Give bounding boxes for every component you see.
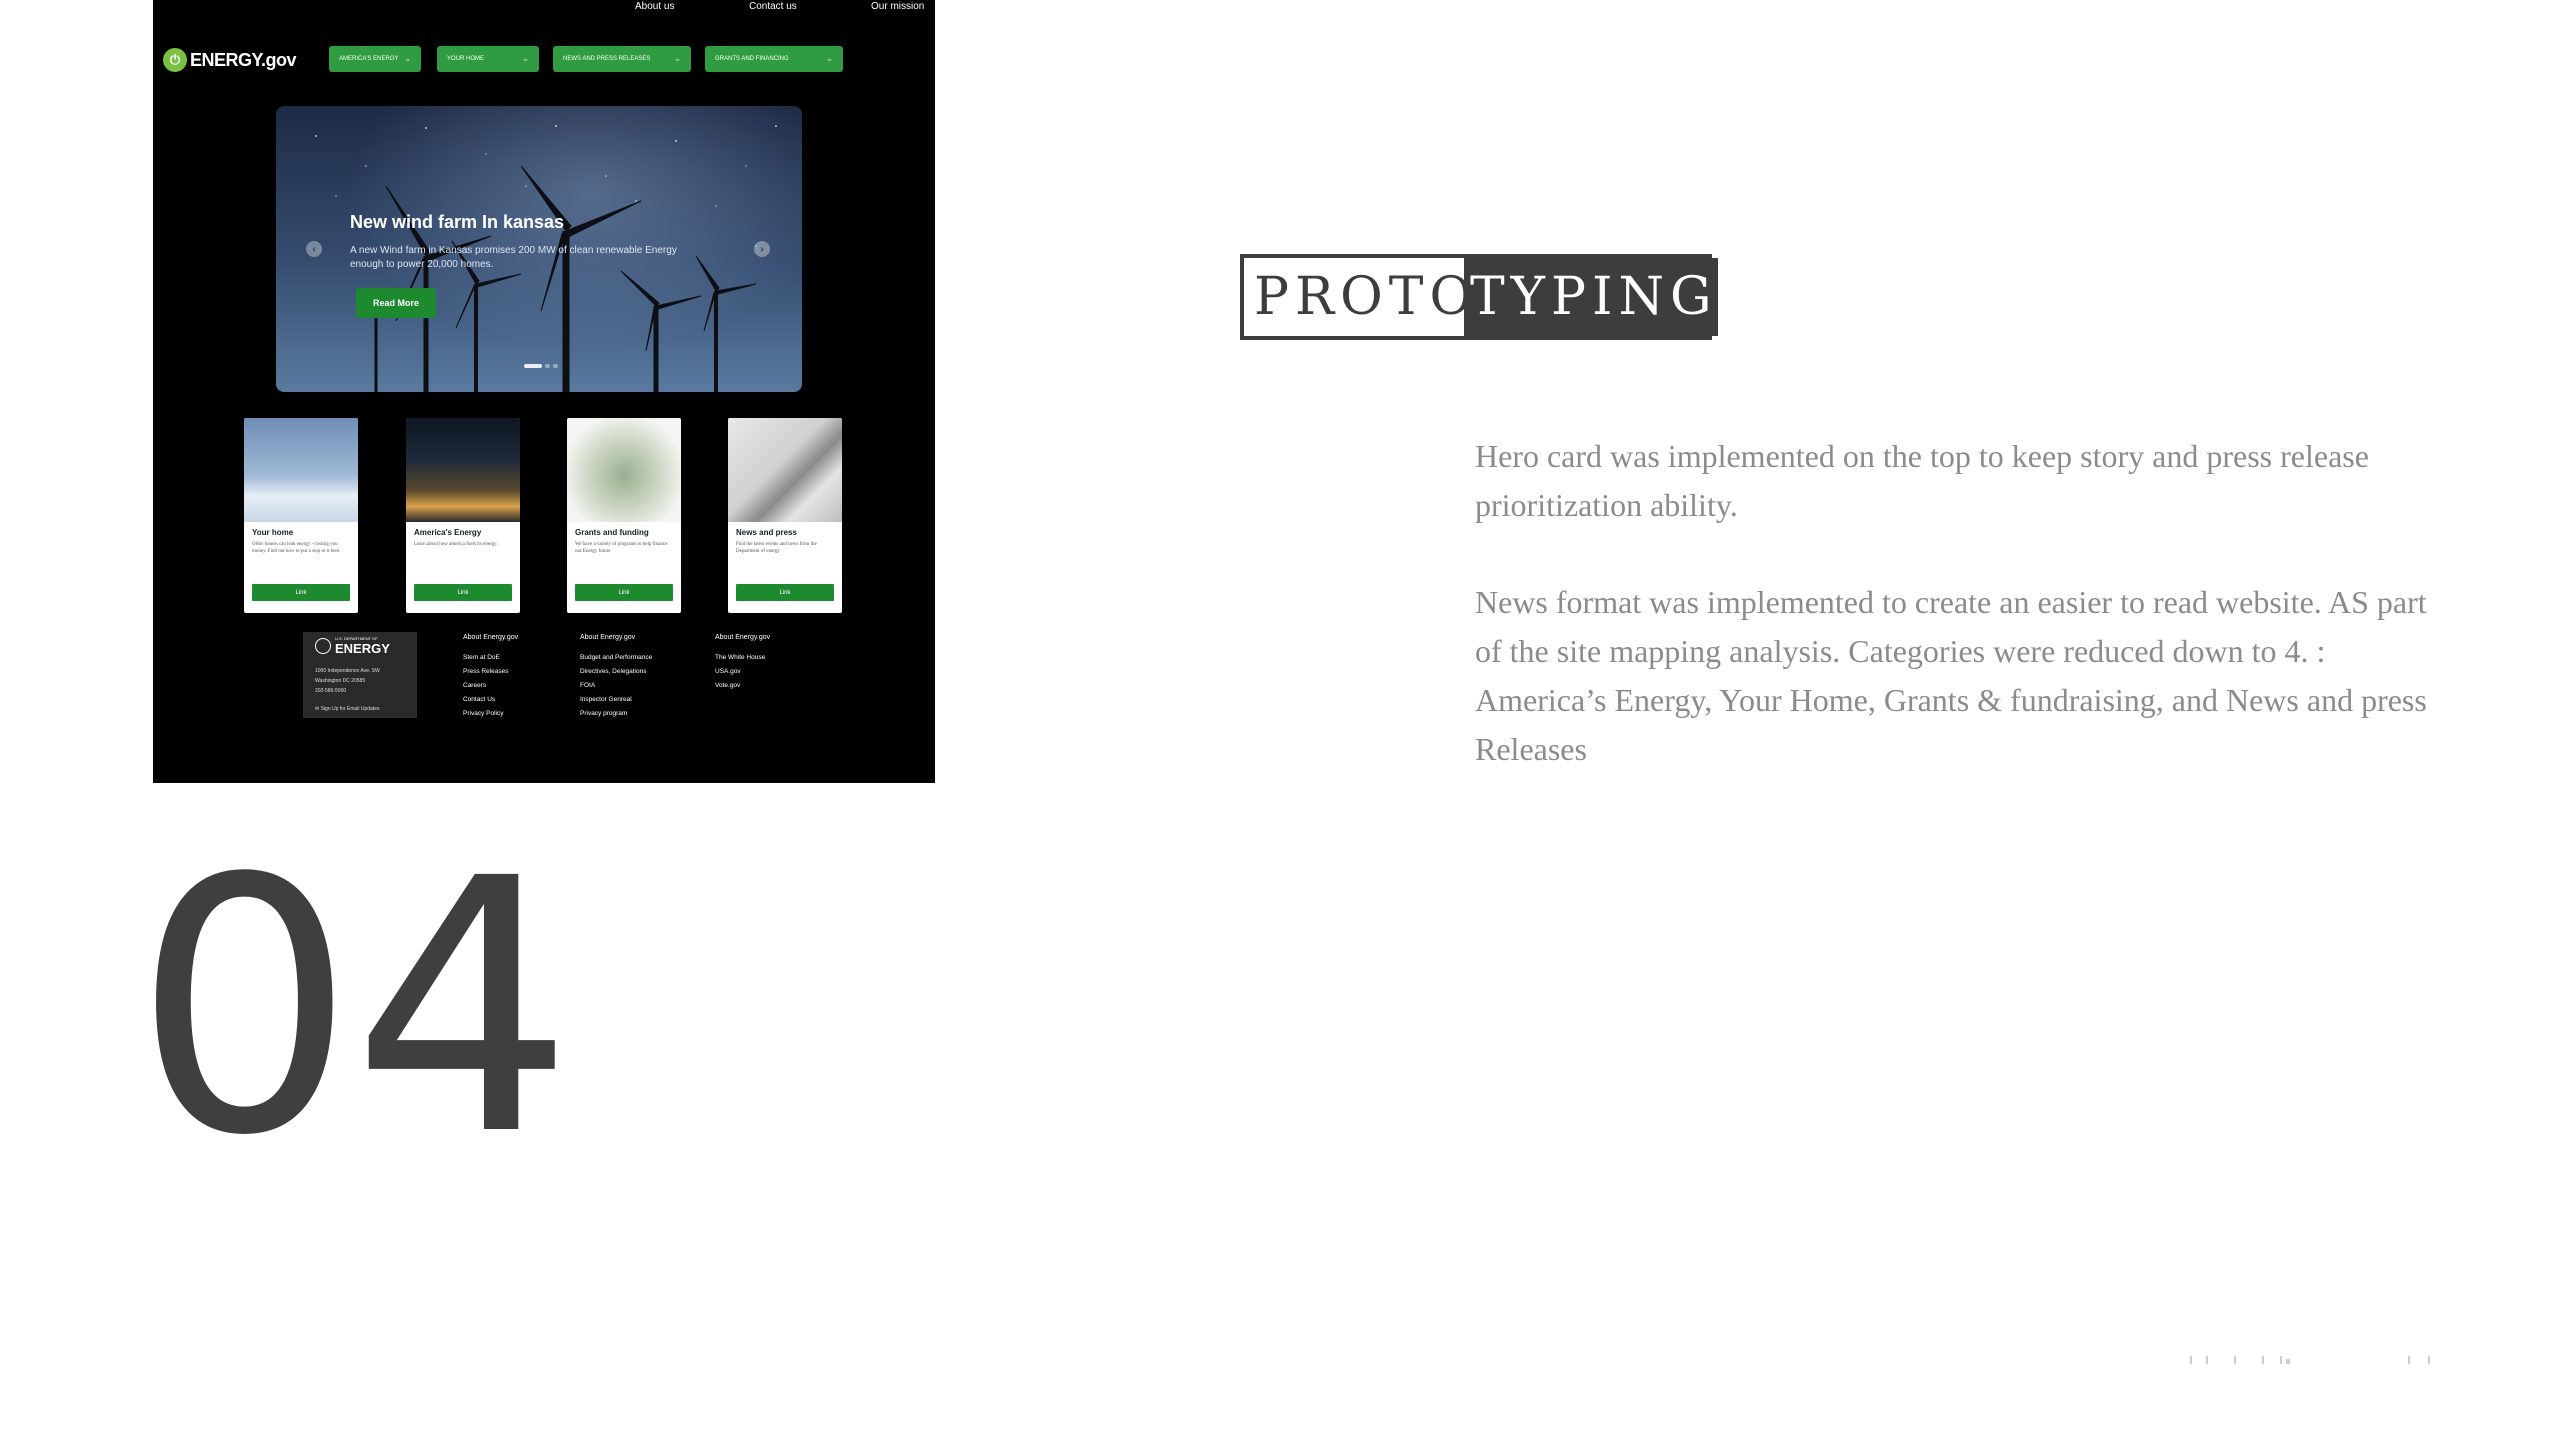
nav-about-us[interactable]: About us bbox=[635, 1, 674, 12]
chevron-right-icon[interactable]: › bbox=[754, 241, 770, 257]
heading-part-1: PROTO bbox=[1254, 267, 1479, 327]
nav-grants-button[interactable]: GRANTS AND FINANCING ⌄ bbox=[705, 46, 843, 72]
faint-text-marks bbox=[2190, 1356, 2430, 1364]
carousel-dots[interactable] bbox=[524, 364, 558, 368]
footer-link[interactable]: Inspector Genreal bbox=[580, 693, 652, 707]
card-link-button[interactable]: Link bbox=[575, 584, 673, 601]
address-line: 202-586-5000 bbox=[315, 688, 347, 694]
nav-contact-us[interactable]: Contact us bbox=[749, 1, 797, 12]
footer-heading: About Energy.gov bbox=[463, 634, 519, 641]
footer-link[interactable]: Privacy Policy bbox=[463, 707, 518, 721]
footer-brand: ENERGY bbox=[335, 641, 390, 656]
hero-card[interactable]: ‹ › New wind farm In kansas A new Wind f… bbox=[276, 106, 802, 392]
footer-link[interactable]: Privacy program bbox=[580, 707, 652, 721]
footer-link[interactable]: FOIA bbox=[580, 679, 652, 693]
plug-icon: ⏻ bbox=[163, 48, 187, 72]
card-title: Grants and funding bbox=[575, 528, 649, 537]
signup-label: Sign Up for Email Updates bbox=[320, 706, 380, 712]
section-heading: PROTO TYPING bbox=[1240, 254, 1718, 340]
card-description: Older homes can leak energy - costing yo… bbox=[252, 542, 341, 554]
footer-link[interactable]: Stem at DoE bbox=[463, 651, 518, 665]
card-link-button[interactable]: Link bbox=[252, 584, 350, 601]
paragraph-hero-card: Hero card was implemented on the top to … bbox=[1475, 438, 2369, 523]
chevron-down-icon: ⌄ bbox=[826, 54, 833, 63]
energy-logo[interactable]: ⏻ ENERGY.gov bbox=[163, 47, 297, 73]
card-description: We have a variety of programs to help fi… bbox=[575, 542, 668, 554]
footer-column-2: About Energy.gov Budget and Performance … bbox=[580, 634, 652, 721]
footer-column-3: About Energy.gov The White House USA.gov… bbox=[715, 634, 770, 693]
nav-news-button[interactable]: NEWS AND PRESS RELEASES ⌄ bbox=[553, 46, 691, 72]
prototype-screenshot: About us Contact us Our mission ⏻ ENERGY… bbox=[153, 0, 935, 783]
address-line: Washington DC 20585 bbox=[315, 678, 366, 684]
chevron-down-icon: ⌄ bbox=[522, 54, 529, 63]
footer-heading: About Energy.gov bbox=[580, 634, 636, 641]
hero-description: A new Wind farm in Kansas promises 200 M… bbox=[350, 245, 677, 270]
footer-link[interactable]: Vote.gov bbox=[715, 679, 770, 693]
logo-text: ENERGY.gov bbox=[190, 49, 297, 70]
read-more-button[interactable]: Read More bbox=[356, 288, 436, 318]
card-news-press[interactable]: News and press Find the latest events an… bbox=[728, 418, 842, 613]
city-night-image bbox=[406, 418, 520, 522]
heading-part-2: TYPING bbox=[1464, 258, 1718, 336]
card-title: News and press bbox=[736, 528, 797, 537]
card-link-button[interactable]: Link bbox=[736, 584, 834, 601]
card-grants-funding[interactable]: Grants and funding We have a variety of … bbox=[567, 418, 681, 613]
card-title: America's Energy bbox=[414, 528, 482, 537]
footer-doe-badge: U.S. DEPARTMENT OF ENERGY 1000 Independe… bbox=[303, 632, 417, 718]
money-house-image bbox=[567, 418, 681, 522]
card-link-button[interactable]: Link bbox=[414, 584, 512, 601]
chevron-down-icon: ⌄ bbox=[674, 54, 681, 63]
nav-americas-energy-button[interactable]: AMERICA'S ENERGY ⌄ bbox=[329, 46, 421, 72]
footer-link[interactable]: USA.gov bbox=[715, 665, 770, 679]
nav-your-home-button[interactable]: YOUR HOME ⌄ bbox=[437, 46, 539, 72]
footer-link[interactable]: Press Releases bbox=[463, 665, 518, 679]
footer-link[interactable]: The White House bbox=[715, 651, 770, 665]
paragraph-news-format: News format was implemented to create an… bbox=[1475, 584, 2427, 767]
card-your-home[interactable]: Your home Older homes can leak energy - … bbox=[244, 418, 358, 613]
footer-link[interactable]: Directives, Delegations bbox=[580, 665, 652, 679]
card-description: Find the latest events and news from the… bbox=[736, 542, 817, 554]
footer-column-1: About Energy.gov Stem at DoE Press Relea… bbox=[463, 634, 518, 721]
top-nav: About us Contact us Our mission bbox=[153, 0, 935, 14]
card-description: Learn about how america fuels its energy… bbox=[414, 542, 498, 547]
snowy-house-image bbox=[244, 418, 358, 522]
doe-seal-icon bbox=[315, 638, 331, 654]
footer-link[interactable]: Careers bbox=[463, 679, 518, 693]
nav-button-label: YOUR HOME bbox=[447, 56, 485, 62]
chevron-down-icon: ⌄ bbox=[404, 54, 411, 63]
footer-link[interactable]: Budget and Performance bbox=[580, 651, 652, 665]
nav-our-mission[interactable]: Our mission bbox=[871, 1, 924, 12]
hero-title: New wind farm In kansas bbox=[350, 212, 565, 232]
newspaper-image bbox=[728, 418, 842, 522]
chevron-left-icon[interactable]: ‹ bbox=[306, 241, 322, 257]
address-line: 1000 Independence Ave. SW bbox=[315, 668, 380, 674]
nav-button-label: GRANTS AND FINANCING bbox=[715, 56, 789, 62]
card-title: Your home bbox=[252, 528, 294, 537]
nav-button-label: AMERICA'S ENERGY bbox=[339, 56, 399, 62]
footer-heading: About Energy.gov bbox=[715, 634, 771, 641]
nav-button-label: NEWS AND PRESS RELEASES bbox=[563, 56, 651, 62]
card-americas-energy[interactable]: America's Energy Learn about how america… bbox=[406, 418, 520, 613]
footer-address: 1000 Independence Ave. SW Washington DC … bbox=[315, 666, 380, 696]
section-number: 04 bbox=[133, 804, 574, 1212]
footer-link[interactable]: Contact Us bbox=[463, 693, 518, 707]
email-signup-link[interactable]: ✉ Sign Up for Email Updates bbox=[315, 706, 380, 712]
